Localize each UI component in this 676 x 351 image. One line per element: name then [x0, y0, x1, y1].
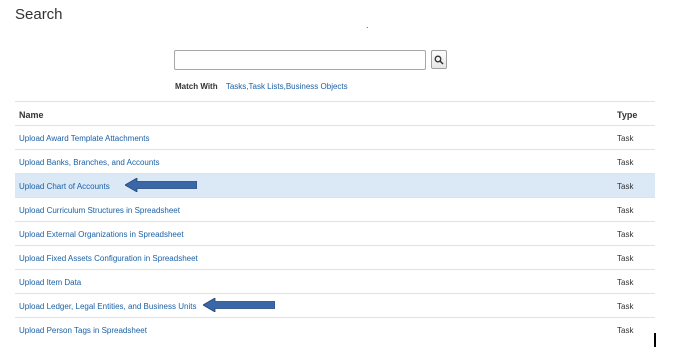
type-cell: Task	[617, 326, 634, 335]
task-link[interactable]: Upload Fixed Assets Configuration in Spr…	[19, 254, 198, 263]
match-with-value[interactable]: Tasks,Task Lists,Business Objects	[226, 82, 348, 91]
left-arrow-icon	[125, 178, 197, 192]
table-header: Name Type	[15, 101, 655, 125]
type-cell: Task	[617, 158, 634, 167]
search-button[interactable]	[431, 50, 447, 69]
search-input[interactable]	[174, 50, 426, 70]
type-cell: Task	[617, 182, 634, 191]
column-header-type[interactable]: Type	[617, 110, 637, 120]
left-arrow-icon	[203, 298, 275, 312]
type-cell: Task	[617, 134, 634, 143]
type-cell: Task	[617, 278, 634, 287]
type-cell: Task	[617, 302, 634, 311]
table-row[interactable]: Upload Ledger, Legal Entities, and Busin…	[15, 293, 655, 317]
task-link[interactable]: Upload Person Tags in Spreadsheet	[19, 326, 147, 335]
table-row[interactable]: Upload Curriculum Structures in Spreadsh…	[15, 197, 655, 221]
table-row[interactable]: Upload Item Data Task	[15, 269, 655, 293]
task-link[interactable]: Upload Chart of Accounts	[19, 182, 110, 191]
table-row-selected[interactable]: Upload Chart of Accounts Task	[15, 173, 655, 197]
task-link[interactable]: Upload Banks, Branches, and Accounts	[19, 158, 160, 167]
task-link[interactable]: Upload Ledger, Legal Entities, and Busin…	[19, 302, 196, 311]
column-header-name[interactable]: Name	[19, 110, 44, 120]
task-link[interactable]: Upload External Organizations in Spreads…	[19, 230, 184, 239]
task-link[interactable]: Upload Award Template Attachments	[19, 134, 149, 143]
table-row[interactable]: Upload Person Tags in Spreadsheet Task	[15, 317, 655, 341]
table-row[interactable]: Upload Banks, Branches, and Accounts Tas…	[15, 149, 655, 173]
match-with: Match With Tasks,Task Lists,Business Obj…	[175, 82, 348, 91]
match-with-label: Match With	[175, 82, 218, 91]
stray-dot: .	[366, 20, 369, 30]
task-link[interactable]: Upload Item Data	[19, 278, 81, 287]
results-table: Name Type Upload Award Template Attachme…	[15, 101, 655, 341]
table-row[interactable]: Upload External Organizations in Spreads…	[15, 221, 655, 245]
task-link[interactable]: Upload Curriculum Structures in Spreadsh…	[19, 206, 180, 215]
type-cell: Task	[617, 230, 634, 239]
text-cursor	[654, 333, 656, 347]
type-cell: Task	[617, 254, 634, 263]
table-row[interactable]: Upload Fixed Assets Configuration in Spr…	[15, 245, 655, 269]
page-title: Search	[15, 6, 63, 23]
table-row[interactable]: Upload Award Template Attachments Task	[15, 125, 655, 149]
magnifier-icon	[434, 55, 444, 65]
type-cell: Task	[617, 206, 634, 215]
